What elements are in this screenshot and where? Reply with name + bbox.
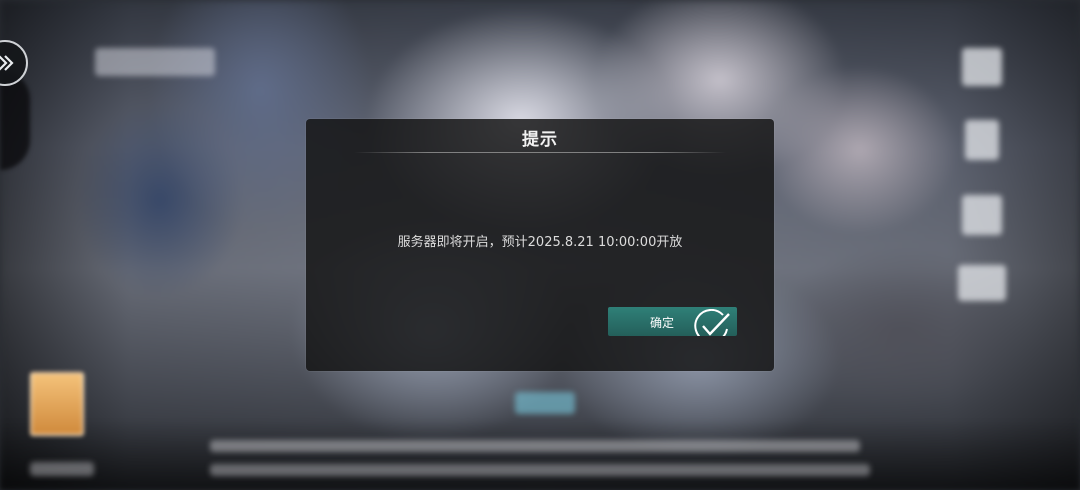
blurred-bottom-left-label — [30, 462, 94, 476]
blurred-right-icon-4 — [958, 265, 1006, 301]
checkmark-circle-icon — [694, 309, 730, 336]
bottom-vignette — [0, 420, 1080, 490]
dialog-message: 服务器即将开启，预计2025.8.21 10:00:00开放 — [397, 235, 683, 250]
title-divider — [354, 152, 726, 153]
blurred-bottom-text-2 — [210, 464, 870, 476]
blurred-right-icon-2 — [965, 120, 999, 160]
blurred-bottom-bar — [515, 392, 575, 414]
notice-dialog: 提示 服务器即将开启，预计2025.8.21 10:00:00开放 确定 — [306, 119, 774, 371]
blurred-right-icon-1 — [962, 48, 1002, 86]
double-chevron-right-icon — [0, 55, 14, 71]
blurred-top-label — [95, 48, 215, 76]
blurred-character-card — [30, 372, 84, 436]
dialog-title: 提示 — [522, 130, 558, 150]
blurred-bottom-text-1 — [210, 440, 860, 452]
blurred-right-icon-3 — [962, 195, 1002, 235]
confirm-button[interactable]: 确定 — [608, 307, 737, 336]
